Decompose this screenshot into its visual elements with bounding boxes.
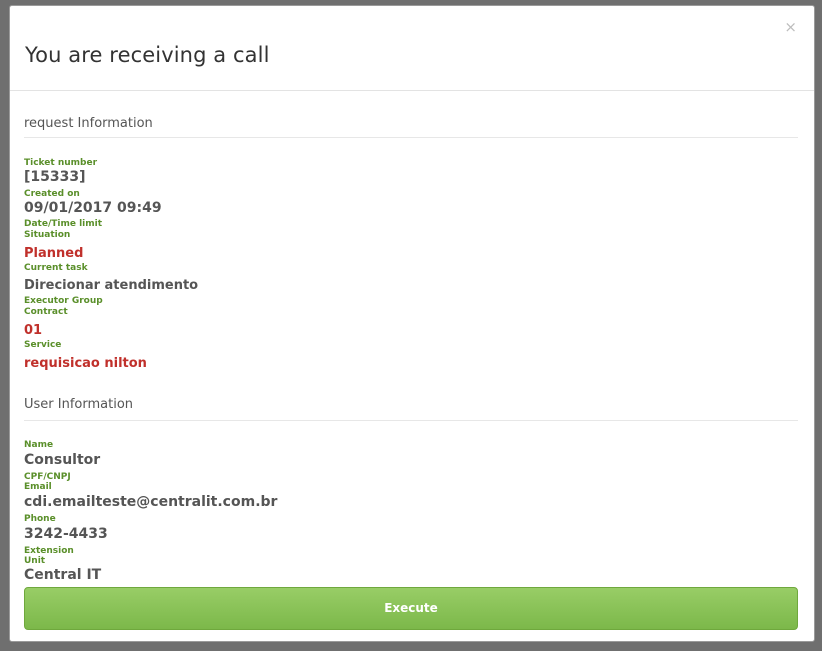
date-time-limit-label: Date/Time limit xyxy=(24,219,103,229)
email-value: cdi.emailteste@centralit.com.br xyxy=(24,494,278,510)
email-label: Email xyxy=(24,482,52,492)
phone-value: 3242-4433 xyxy=(24,526,108,542)
unit-value: Central IT xyxy=(24,567,102,583)
current-task-label: Current task xyxy=(24,263,88,273)
close-icon[interactable]: × xyxy=(784,20,797,35)
situation-value: Planned xyxy=(24,246,84,261)
name-label: Name xyxy=(24,440,54,450)
contract-label: Contract xyxy=(24,307,68,317)
modal-title: You are receiving a call xyxy=(25,43,270,67)
created-on-label: Created on xyxy=(24,189,80,199)
executor-group-label: Executor Group xyxy=(24,296,103,306)
ticket-number-value: [15333] xyxy=(24,169,86,185)
ticket-number-label: Ticket number xyxy=(24,158,98,168)
request-info-divider xyxy=(24,137,798,138)
user-info-heading: User Information xyxy=(24,397,134,412)
current-task-value: Direcionar atendimento xyxy=(24,278,199,293)
service-value: requisicao nilton xyxy=(24,356,147,371)
call-modal: × You are receiving a call request Infor… xyxy=(9,5,815,642)
unit-label: Unit xyxy=(24,556,46,566)
name-value: Consultor xyxy=(24,452,101,468)
created-on-value: 09/01/2017 09:49 xyxy=(24,200,162,216)
execute-button[interactable]: Execute xyxy=(24,587,798,630)
header-divider xyxy=(10,90,814,91)
user-info-divider xyxy=(24,420,798,421)
service-label: Service xyxy=(24,340,62,350)
phone-label: Phone xyxy=(24,514,56,524)
situation-label: Situation xyxy=(24,230,71,240)
contract-value: 01 xyxy=(24,323,43,338)
request-info-heading: request Information xyxy=(24,116,153,131)
